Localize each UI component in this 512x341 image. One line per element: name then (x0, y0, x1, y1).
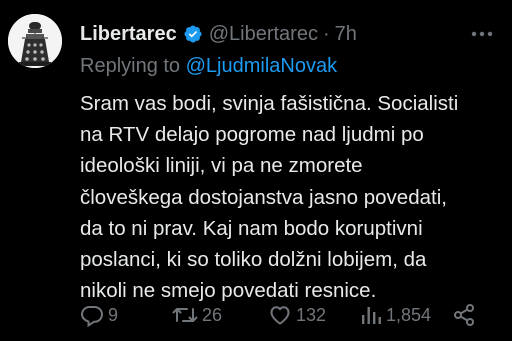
reply-count: 9 (108, 304, 119, 325)
views-button[interactable]: 1,854 (360, 300, 431, 330)
views-icon (360, 303, 382, 327)
tweet-header: Libertarec @Libertarec · 7h (80, 20, 357, 48)
replying-prefix: Replying to (80, 55, 181, 77)
retweet-button[interactable]: 26 (172, 300, 222, 330)
like-button[interactable]: 132 (268, 300, 326, 330)
views-count: 1,854 (386, 304, 432, 325)
dalek-avatar-image (8, 14, 62, 68)
separator-dot: · (322, 23, 330, 45)
retweet-count: 26 (202, 304, 223, 325)
display-name[interactable]: Libertarec (80, 20, 177, 48)
share-icon (452, 303, 476, 327)
tweet-body-line: človeškega dostojanstva jasno povedati, (80, 185, 447, 209)
tweet-body-line: Sram vas bodi, svinja fašistična. Social… (80, 92, 459, 115)
avatar[interactable] (8, 14, 62, 68)
mention-link[interactable]: @LjudmilaNovak (186, 55, 337, 77)
reply-button[interactable]: 9 (80, 300, 118, 330)
verified-badge-icon (183, 24, 203, 44)
tweet-body-line: na RTV delajo pogrome nad ljudmi po (80, 123, 424, 147)
share-button[interactable] (452, 300, 476, 330)
timestamp[interactable]: 7h (335, 20, 357, 48)
heart-icon (268, 303, 292, 327)
more-dots-icon[interactable] (470, 22, 494, 46)
reply-icon (80, 303, 104, 327)
tweet-body-line: da to ni prav. Kaj nam bodo koruptivni (80, 216, 423, 240)
retweet-icon (172, 303, 198, 327)
like-count: 132 (296, 304, 327, 325)
tweet-body-line: poslanci, ki so toliko dolžni lobijem, d… (80, 248, 427, 272)
handle[interactable]: @Libertarec (209, 20, 318, 48)
replying-to: Replying to @LjudmilaNovak (80, 52, 337, 80)
tweet-body: Sram vas bodi, svinja fašistična. Social… (80, 88, 500, 306)
tweet-body-line: ideološki liniji, vi pa ne zmorete (80, 154, 363, 178)
